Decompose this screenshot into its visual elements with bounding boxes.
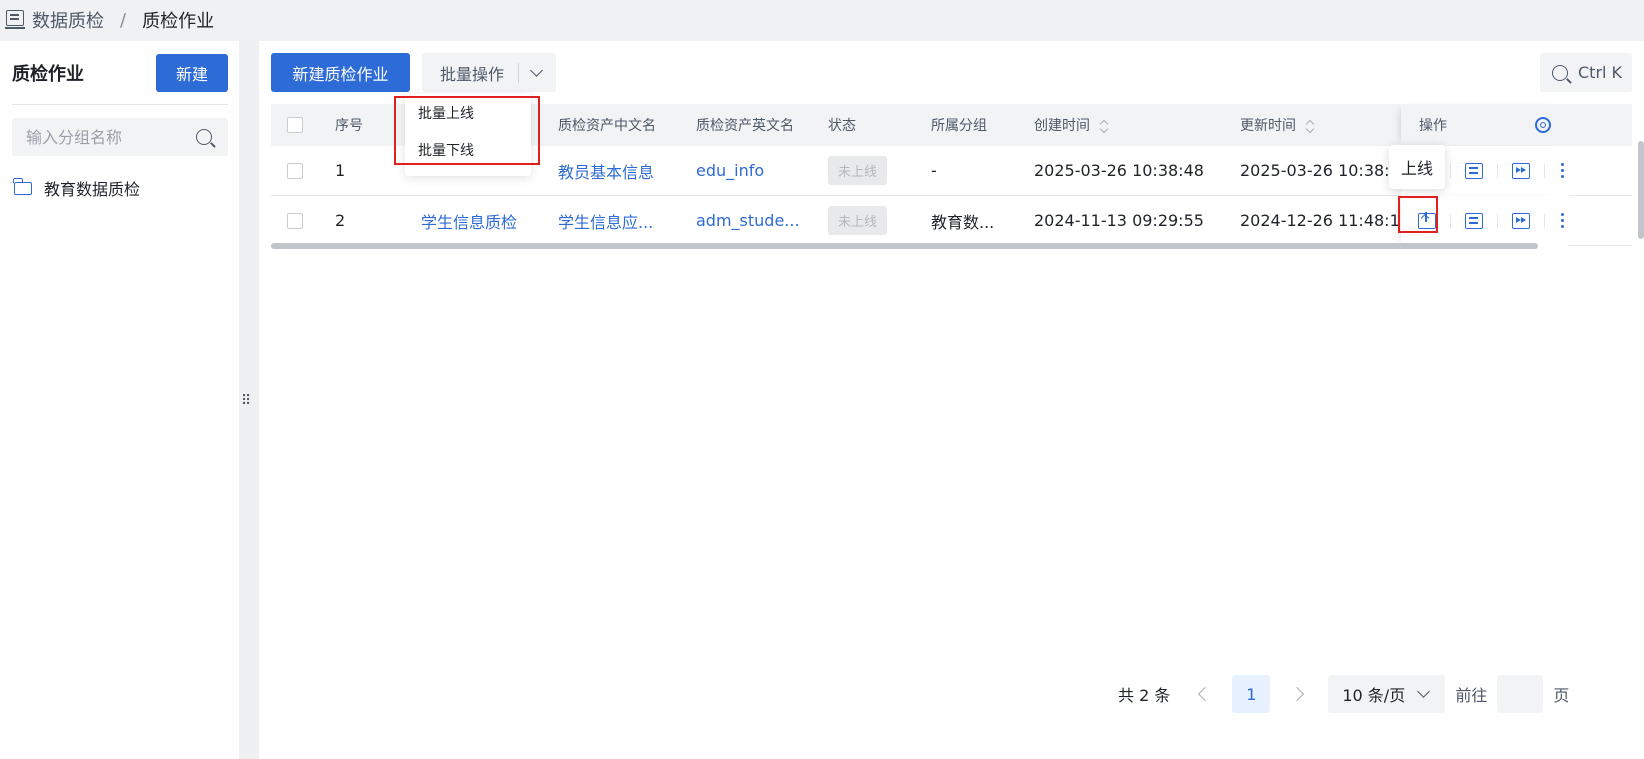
group-search-input[interactable] [26, 127, 196, 147]
goto-page-input[interactable] [1497, 675, 1544, 713]
edit-icon[interactable] [1465, 163, 1483, 179]
col-created-label: 创建时间 [1034, 118, 1090, 134]
op-divider [1450, 164, 1451, 178]
group-search [12, 118, 228, 156]
row-cn-name[interactable]: 教员基本信息 [558, 159, 696, 183]
op-divider [1450, 214, 1451, 228]
op-divider [1544, 214, 1545, 228]
chevron-down-icon[interactable] [530, 63, 543, 77]
sort-icon[interactable] [1306, 120, 1314, 132]
breadcrumb-current: 质检作业 [142, 11, 215, 32]
col-en-name: 质检资产英文名 [696, 118, 794, 134]
search-icon[interactable] [196, 129, 212, 145]
column-settings-icon[interactable] [1535, 117, 1551, 133]
row-created: 2024-11-13 09:29:55 [1034, 211, 1204, 230]
col-cn-name: 质检资产中文名 [558, 118, 656, 134]
goto-unit: 页 [1553, 686, 1570, 705]
publish-tooltip: 上线 [1389, 145, 1445, 189]
status-badge: 未上线 [828, 156, 888, 185]
chevron-down-icon [1417, 685, 1431, 698]
more-icon[interactable] [1561, 163, 1565, 179]
row-en-name[interactable]: adm_stude... [696, 211, 828, 230]
menu-item-batch-online[interactable]: 批量上线 [405, 96, 531, 133]
goto-label: 前往 [1455, 686, 1488, 705]
col-updated[interactable]: 更新时间 [1240, 115, 1405, 135]
more-icon[interactable] [1561, 213, 1565, 229]
row-cn-name[interactable]: 学生信息应... [558, 209, 696, 233]
monitor-icon [5, 10, 25, 29]
row-updated: 2024-12-26 11:48:13 [1240, 211, 1405, 230]
sidebar-title: 质检作业 [12, 64, 84, 85]
folder-icon [13, 177, 32, 195]
breadcrumb-separator: / [120, 9, 127, 31]
batch-divider [518, 62, 519, 83]
row-updated: 2025-03-26 10:38:48 [1240, 161, 1405, 180]
page-size-select[interactable]: 10 条/页 [1328, 675, 1446, 713]
next-page-icon[interactable] [1290, 686, 1305, 702]
col-updated-label: 更新时间 [1240, 118, 1296, 134]
row-group: 教育数... [931, 212, 995, 232]
prev-page-icon[interactable] [1198, 686, 1213, 702]
horizontal-scrollbar[interactable] [271, 243, 1538, 249]
col-group: 所属分组 [931, 118, 987, 134]
sidebar-divider [12, 104, 228, 105]
col-ops: 操作 [1401, 104, 1569, 146]
vertical-scrollbar[interactable] [1638, 141, 1644, 239]
pagination-total: 共 2 条 [1118, 686, 1171, 705]
op-divider [1497, 164, 1498, 178]
drag-handle-icon[interactable]: ⠿ [241, 393, 251, 409]
status-badge: 未上线 [828, 206, 888, 235]
edit-icon[interactable] [1465, 213, 1483, 229]
sidebar-group-label: 教育数据质检 [44, 180, 141, 199]
run-icon[interactable] [1512, 163, 1530, 179]
batch-operations-label: 批量操作 [440, 64, 505, 84]
select-all-checkbox[interactable] [287, 117, 303, 133]
row-group: - [931, 161, 937, 180]
sort-icon[interactable] [1100, 120, 1108, 132]
menu-item-batch-offline[interactable]: 批量下线 [405, 133, 531, 170]
row-job-name[interactable]: 学生信息质检 [421, 209, 558, 233]
row-no: 2 [335, 211, 346, 230]
search-icon [1552, 64, 1568, 81]
page-size-value: 10 条/页 [1342, 686, 1406, 705]
op-divider [1544, 164, 1545, 178]
run-icon[interactable] [1512, 213, 1530, 229]
op-divider [1497, 214, 1498, 228]
global-search-button[interactable]: Ctrl K [1540, 53, 1632, 92]
row-checkbox[interactable] [287, 162, 303, 179]
row-checkbox[interactable] [287, 212, 303, 229]
page-number[interactable]: 1 [1232, 675, 1271, 713]
pagination: 共 2 条 1 10 条/页 前往 页 [1118, 675, 1569, 713]
breadcrumb: 数据质检 / 质检作业 [0, 0, 1644, 40]
row-ops [1401, 196, 1569, 246]
col-created[interactable]: 创建时间 [1034, 115, 1240, 135]
publish-icon[interactable] [1418, 212, 1436, 229]
col-ops-label: 操作 [1419, 118, 1447, 134]
new-job-button[interactable]: 新建质检作业 [271, 53, 410, 92]
sidebar-header: 质检作业 新建 [12, 53, 228, 93]
breadcrumb-root[interactable]: 数据质检 [32, 7, 104, 33]
row-created: 2025-03-26 10:38:48 [1034, 161, 1204, 180]
new-group-button[interactable]: 新建 [156, 54, 228, 92]
sidebar-group-item[interactable]: 教育数据质检 [13, 173, 141, 203]
row-en-name[interactable]: edu_info [696, 161, 828, 180]
search-shortcut: Ctrl K [1578, 63, 1623, 82]
sidebar: 质检作业 新建 教育数据质检 [0, 41, 239, 759]
batch-operations-menu: 批量上线 批量下线 [405, 94, 531, 176]
batch-operations-button[interactable]: 批量操作 [422, 53, 556, 92]
col-status: 状态 [828, 118, 856, 134]
panel-splitter[interactable]: ⠿ [239, 41, 259, 759]
